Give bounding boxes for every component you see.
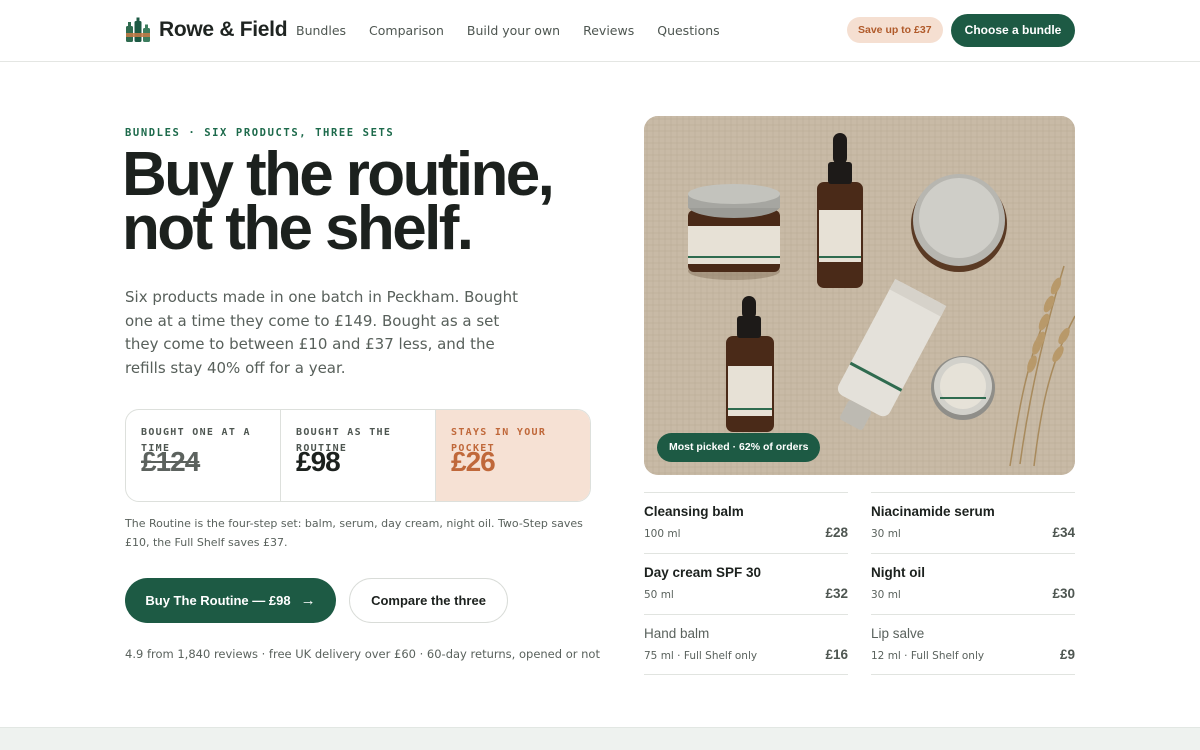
- product-size: 30 ml: [871, 528, 901, 540]
- nav-link-build-your-own[interactable]: Build your own: [467, 23, 560, 38]
- hero-headline: Buy the routine, not the shelf.: [122, 144, 592, 260]
- brand-logo[interactable]: Rowe & Field: [125, 17, 288, 43]
- product-row: Day cream SPF 30 50 ml £32: [644, 553, 848, 614]
- product-row: Niacinamide serum 30 ml £34: [871, 492, 1075, 553]
- trust-line: 4.9 from 1,840 reviews · free UK deliver…: [125, 647, 600, 661]
- headline-line-2: not the shelf.: [122, 194, 474, 263]
- product-row: Lip salve 12 ml · Full Shelf only £9: [871, 614, 1075, 675]
- bundle-note: The Routine is the four-step set: balm, …: [125, 517, 583, 549]
- skincare-products-image: [644, 116, 1075, 475]
- product-size: 50 ml: [644, 589, 674, 601]
- hero-intro: Six products made in one batch in Peckha…: [125, 288, 519, 377]
- choose-bundle-button[interactable]: Choose a bundle: [951, 14, 1075, 47]
- buy-routine-label: Buy The Routine — £98: [145, 593, 291, 608]
- top-navigation-bar: Rowe & Field Bundles Comparison Build yo…: [0, 0, 1200, 62]
- product-price: £30: [1052, 586, 1075, 601]
- nav-link-bundles[interactable]: Bundles: [296, 23, 346, 38]
- price-value: £26: [451, 446, 496, 477]
- price-comparison: BOUGHT ONE AT A TIME £124 BOUGHT AS THE …: [125, 409, 591, 502]
- product-row: Hand balm 75 ml · Full Shelf only £16: [644, 614, 848, 675]
- hero-eyebrow: BUNDLES · SIX PRODUCTS, THREE SETS: [125, 127, 395, 139]
- product-size: 12 ml · Full Shelf only: [871, 650, 985, 662]
- arrow-right-icon: →: [300, 592, 316, 609]
- product-name: Night oil: [871, 565, 925, 580]
- most-picked-badge: Most picked · 62% of orders: [657, 433, 821, 462]
- product-size: 30 ml: [871, 589, 901, 601]
- product-size: 75 ml · Full Shelf only: [644, 650, 758, 662]
- product-name: Cleansing balm: [644, 504, 744, 519]
- product-name: Lip salve: [871, 626, 925, 641]
- product-row: Cleansing balm 100 ml £28: [644, 492, 848, 553]
- routine-product-list: Cleansing balm 100 ml £28 Niacinamide se…: [644, 492, 1075, 675]
- price-cell-savings: STAYS IN YOUR POCKET £26: [436, 410, 590, 501]
- product-photo: Most picked · 62% of orders: [644, 116, 1075, 475]
- product-price: £28: [825, 525, 848, 540]
- brand-name: Rowe & Field: [159, 18, 288, 41]
- main-nav: Bundles Comparison Build your own Review…: [296, 23, 743, 38]
- product-price: £34: [1052, 525, 1075, 540]
- savings-badge: Save up to £37: [847, 17, 943, 43]
- nav-link-reviews[interactable]: Reviews: [583, 23, 634, 38]
- buy-routine-button[interactable]: Buy The Routine — £98 →: [125, 578, 336, 623]
- product-name: Day cream SPF 30: [644, 565, 762, 580]
- price-value: £124: [141, 446, 200, 477]
- product-name: Hand balm: [644, 626, 710, 641]
- compare-button[interactable]: Compare the three: [349, 578, 508, 623]
- product-row: Night oil 30 ml £30: [871, 553, 1075, 614]
- product-name: Niacinamide serum: [871, 504, 995, 519]
- nav-link-questions[interactable]: Questions: [657, 23, 719, 38]
- bottles-logo-icon: [126, 17, 150, 42]
- footer-band: [0, 727, 1200, 750]
- product-size: 100 ml: [644, 528, 681, 540]
- product-price: £9: [1059, 647, 1075, 662]
- product-price: £16: [825, 647, 848, 662]
- price-cell-routine: BOUGHT AS THE ROUTINE £98: [281, 410, 436, 501]
- price-cell-single: BOUGHT ONE AT A TIME £124: [126, 410, 281, 501]
- nav-link-comparison[interactable]: Comparison: [369, 23, 444, 38]
- price-value: £98: [296, 446, 341, 477]
- product-price: £32: [825, 586, 848, 601]
